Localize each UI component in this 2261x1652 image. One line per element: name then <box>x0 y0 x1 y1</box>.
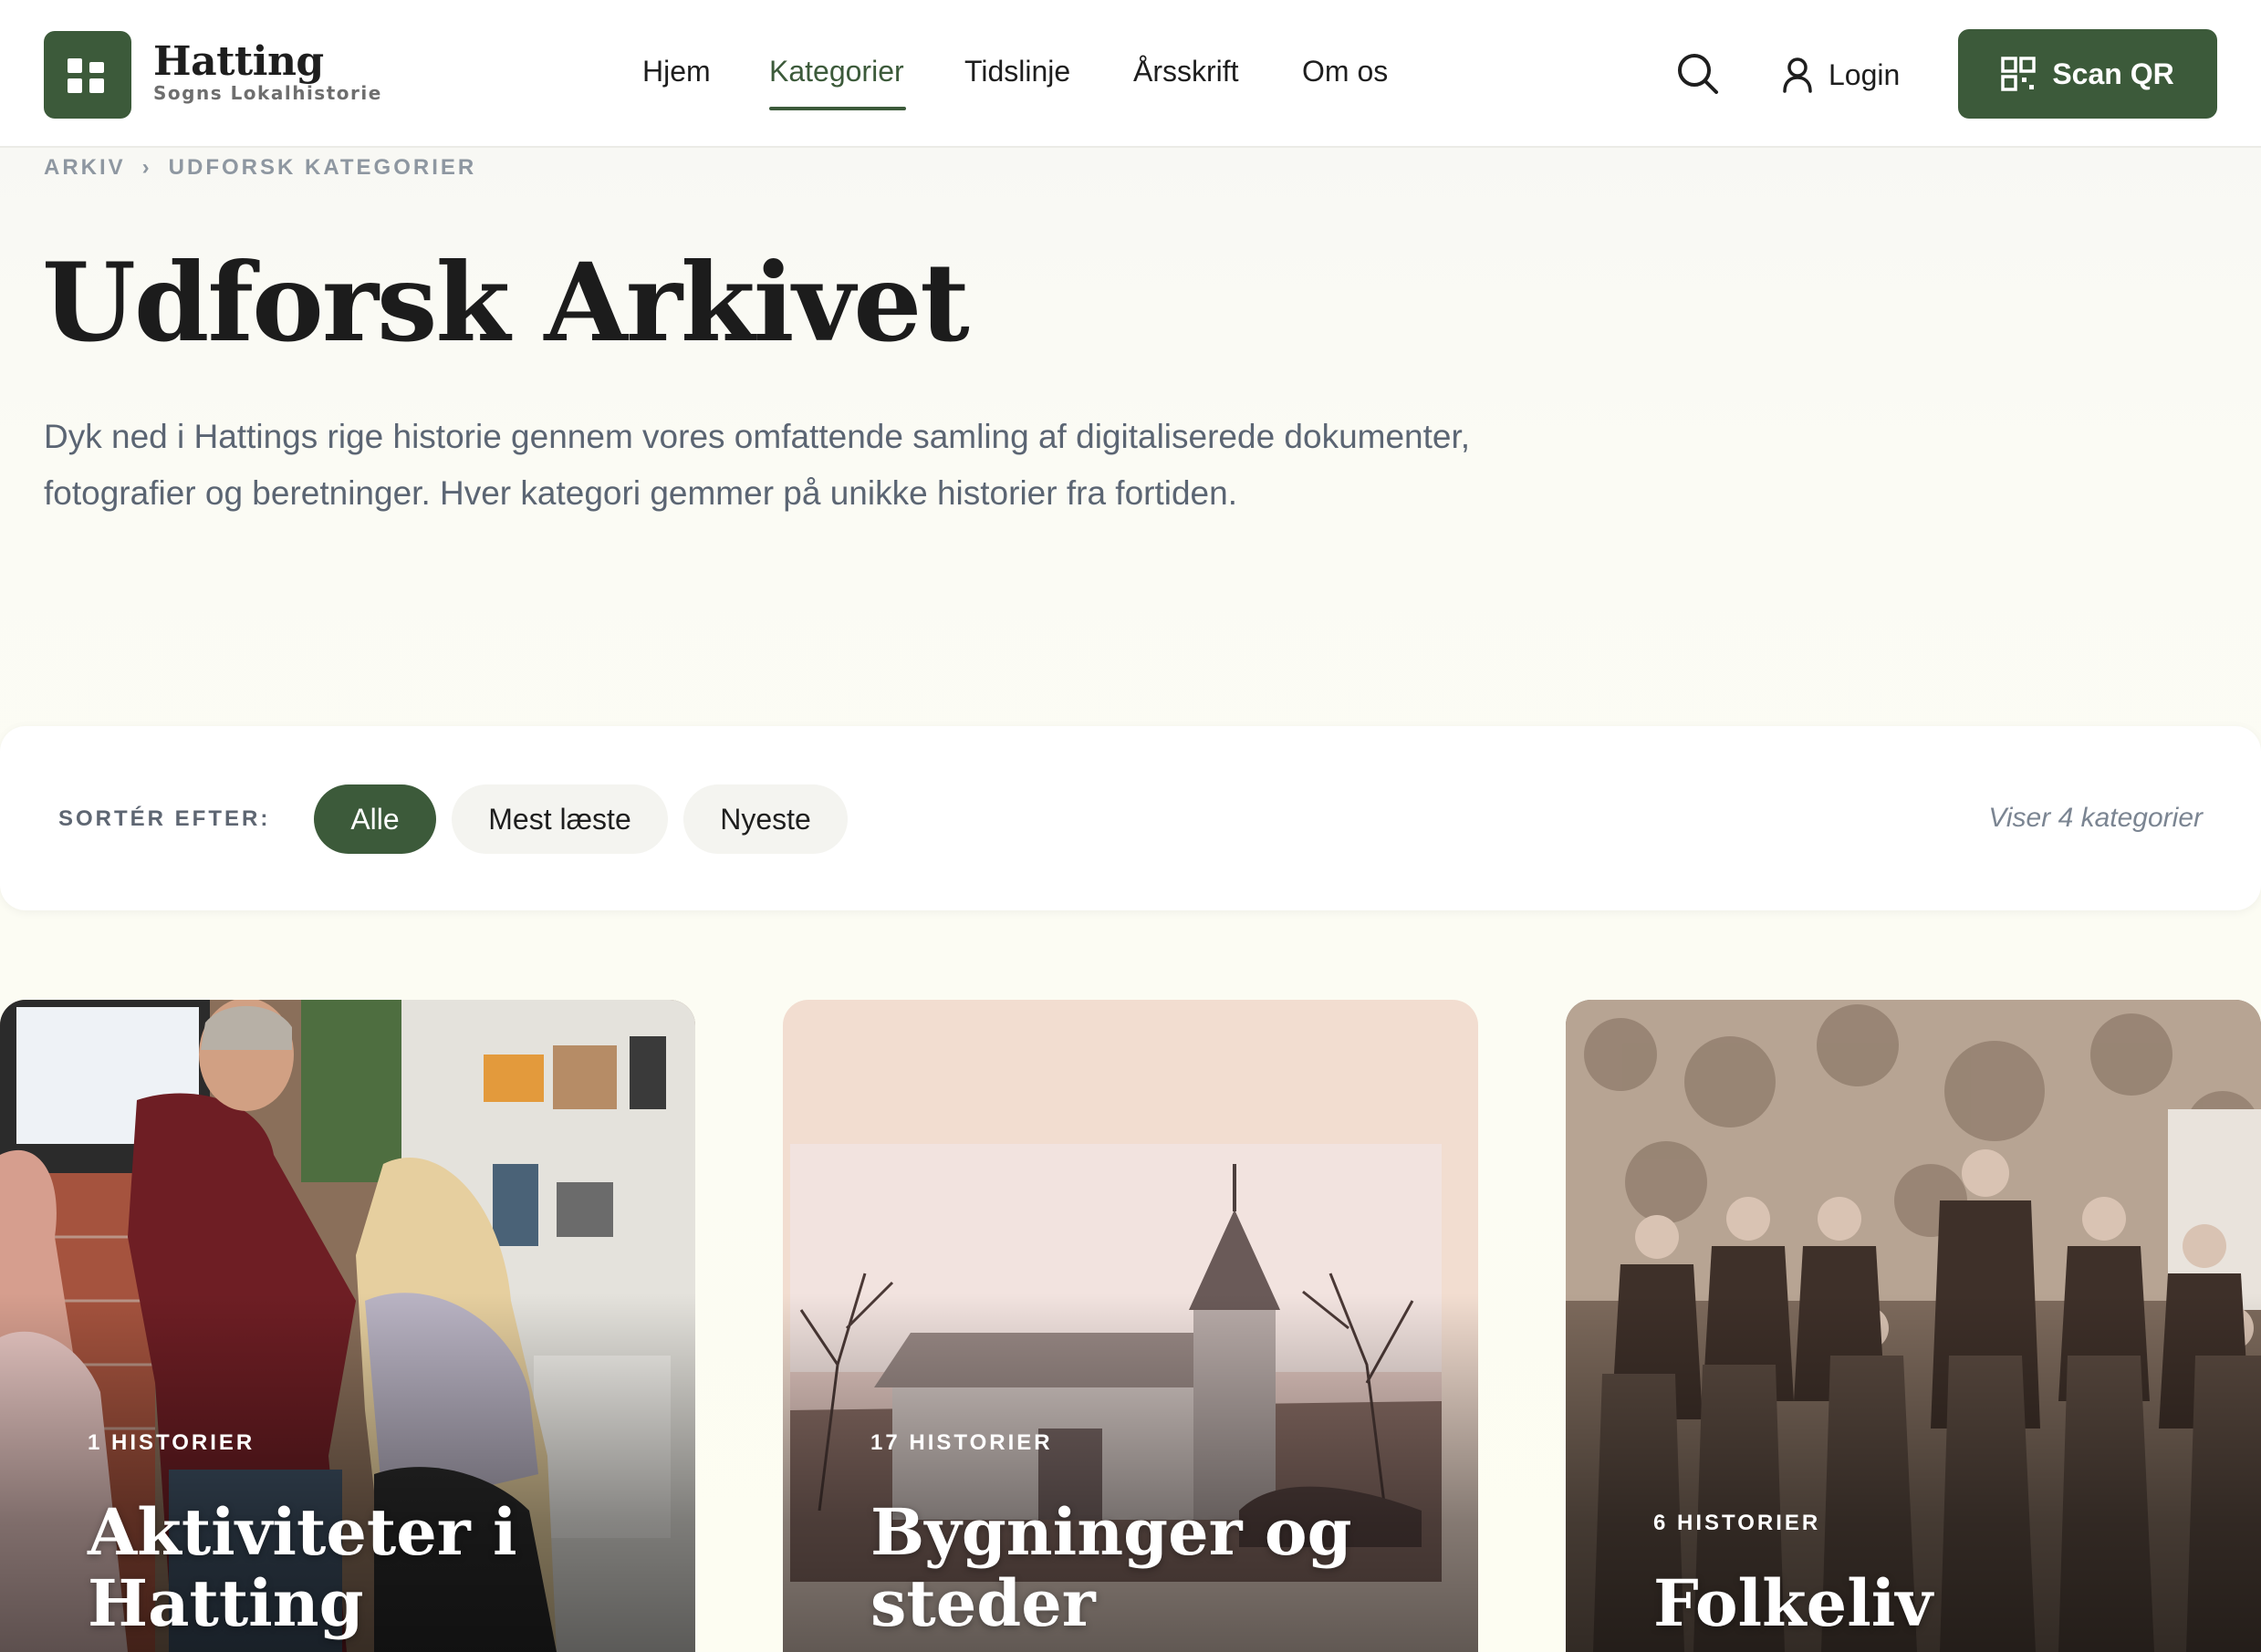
card-story-count: 17 HISTORIER <box>870 1430 1053 1455</box>
search-button[interactable] <box>1675 51 1721 97</box>
search-icon <box>1678 54 1718 94</box>
page-description: Dyk ned i Hattings rige historie gennem … <box>44 418 1471 512</box>
sort-label: SORTÉR EFTER: <box>58 806 271 831</box>
site-header: Hatting Sogns Lokalhistorie Hjem Kategor… <box>0 0 2261 148</box>
category-card-folkeliv[interactable]: 6 HISTORIER Folkeliv <box>1566 1000 2261 1652</box>
page-title: Udforsk Arkivet <box>42 239 970 366</box>
logo-icon[interactable] <box>44 31 131 119</box>
nav-item-kategorier[interactable]: Kategorier <box>769 55 904 88</box>
card-title: Aktiviteter i Hatting <box>88 1494 517 1641</box>
card-story-count: 1 HISTORIER <box>88 1430 255 1455</box>
breadcrumb-item-arkiv[interactable]: ARKIV <box>44 155 126 181</box>
card-title: Folkeliv <box>1653 1565 1933 1641</box>
card-story-count: 6 HISTORIER <box>1653 1511 1821 1535</box>
nav-item-arsskrift[interactable]: Årsskrift <box>1133 55 1239 88</box>
qr-code-icon <box>2001 57 2037 91</box>
nav-item-tidslinje[interactable]: Tidslinje <box>964 55 1070 88</box>
category-card-bygninger[interactable]: 17 HISTORIER Bygninger og steder <box>783 1000 1478 1652</box>
brand-subtitle: Sogns Lokalhistorie <box>153 82 382 104</box>
card-gradient <box>1566 1000 2261 1652</box>
result-count: Viser 4 kategorier <box>1988 803 2203 833</box>
filter-pill-nyeste[interactable]: Nyeste <box>683 784 848 854</box>
filter-pill-alle[interactable]: Alle <box>314 784 436 854</box>
login-button[interactable]: Login <box>1781 47 1900 102</box>
nav-item-om-os[interactable]: Om os <box>1302 55 1388 88</box>
scan-qr-button[interactable]: Scan QR <box>1958 29 2217 119</box>
card-title: Bygninger og steder <box>870 1494 1352 1641</box>
active-nav-indicator <box>769 107 906 110</box>
scan-qr-label: Scan QR <box>2052 57 2174 90</box>
nav-item-hjem[interactable]: Hjem <box>642 55 711 88</box>
filter-pill-mest-laeste[interactable]: Mest læste <box>452 784 668 854</box>
user-icon <box>1783 57 1812 93</box>
category-card-aktiviteter[interactable]: 1 HISTORIER Aktiviteter i Hatting <box>0 1000 695 1652</box>
login-label: Login <box>1829 57 1901 91</box>
breadcrumb-separator: › <box>141 155 152 180</box>
breadcrumb-item-current: UDFORSK KATEGORIER <box>168 155 477 180</box>
breadcrumb: ARKIV › UDFORSK KATEGORIER <box>44 155 476 181</box>
brand-name[interactable]: Hatting <box>153 38 324 85</box>
